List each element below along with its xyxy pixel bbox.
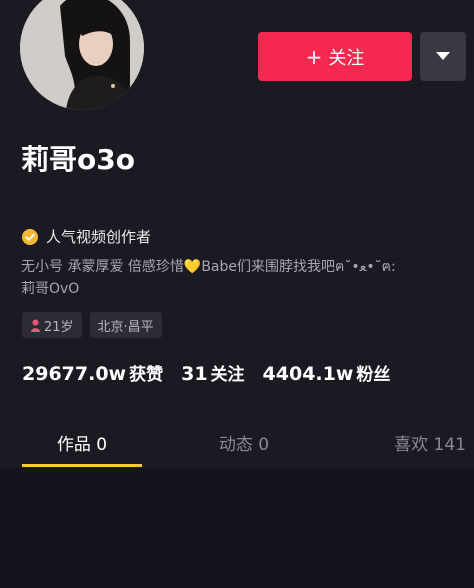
age-tag: 21岁 bbox=[22, 312, 82, 338]
likes-label: 获赞 bbox=[129, 365, 164, 385]
bio: 无小号 承蒙厚爱 倍感珍惜💛Babe们来围脖找我吧ฅ˘•ﻌ•˘ฅ: 莉哥OvO bbox=[21, 256, 461, 300]
more-options-button[interactable] bbox=[420, 32, 466, 81]
following-count: 31 bbox=[181, 363, 208, 385]
profile-tags: 21岁 北京·昌平 bbox=[22, 312, 162, 338]
active-tab-indicator bbox=[22, 464, 142, 467]
profile-header: + 关注 莉哥o3o 人气视频创作者 无小号 承蒙厚爱 倍感珍惜💛Babe们来围… bbox=[0, 0, 474, 468]
works-content-area bbox=[0, 468, 474, 588]
follow-button-label: 关注 bbox=[328, 47, 365, 69]
caret-down-icon bbox=[436, 52, 450, 60]
verified-check-icon bbox=[22, 228, 38, 245]
avatar-image bbox=[20, 0, 144, 110]
follow-button[interactable]: + 关注 bbox=[258, 32, 412, 81]
username: 莉哥o3o bbox=[21, 143, 135, 176]
profile-stats: 29677.0w 获赞 31 关注 4404.1w 粉丝 bbox=[22, 360, 408, 385]
following-stat[interactable]: 31 关注 bbox=[181, 360, 244, 385]
plus-icon: + bbox=[305, 44, 323, 69]
age-tag-label: 21岁 bbox=[44, 319, 74, 335]
tab-works[interactable]: 作品 0 bbox=[22, 420, 142, 464]
tab-likes[interactable]: 喜欢 141 bbox=[350, 420, 466, 464]
likes-stat[interactable]: 29677.0w 获赞 bbox=[22, 360, 163, 385]
avatar[interactable] bbox=[20, 0, 144, 110]
location-tag-label: 北京·昌平 bbox=[97, 319, 154, 335]
bio-line: 莉哥OvO bbox=[21, 281, 80, 297]
bio-line: 无小号 承蒙厚爱 倍感珍惜💛Babe们来围脖找我吧ฅ˘•ﻌ•˘ฅ: bbox=[21, 259, 396, 275]
creator-badge-label: 人气视频创作者 bbox=[46, 228, 152, 246]
likes-count: 29677.0w bbox=[22, 363, 127, 385]
tab-dynamic[interactable]: 动态 0 bbox=[184, 420, 304, 464]
followers-stat[interactable]: 4404.1w 粉丝 bbox=[263, 360, 391, 385]
female-icon bbox=[31, 319, 40, 332]
location-tag: 北京·昌平 bbox=[89, 312, 162, 338]
profile-tabs: 作品 0 动态 0 喜欢 141 bbox=[0, 420, 474, 468]
followers-label: 粉丝 bbox=[356, 365, 391, 385]
creator-badge: 人气视频创作者 bbox=[22, 226, 151, 247]
following-label: 关注 bbox=[210, 365, 245, 385]
followers-count: 4404.1w bbox=[262, 363, 354, 385]
